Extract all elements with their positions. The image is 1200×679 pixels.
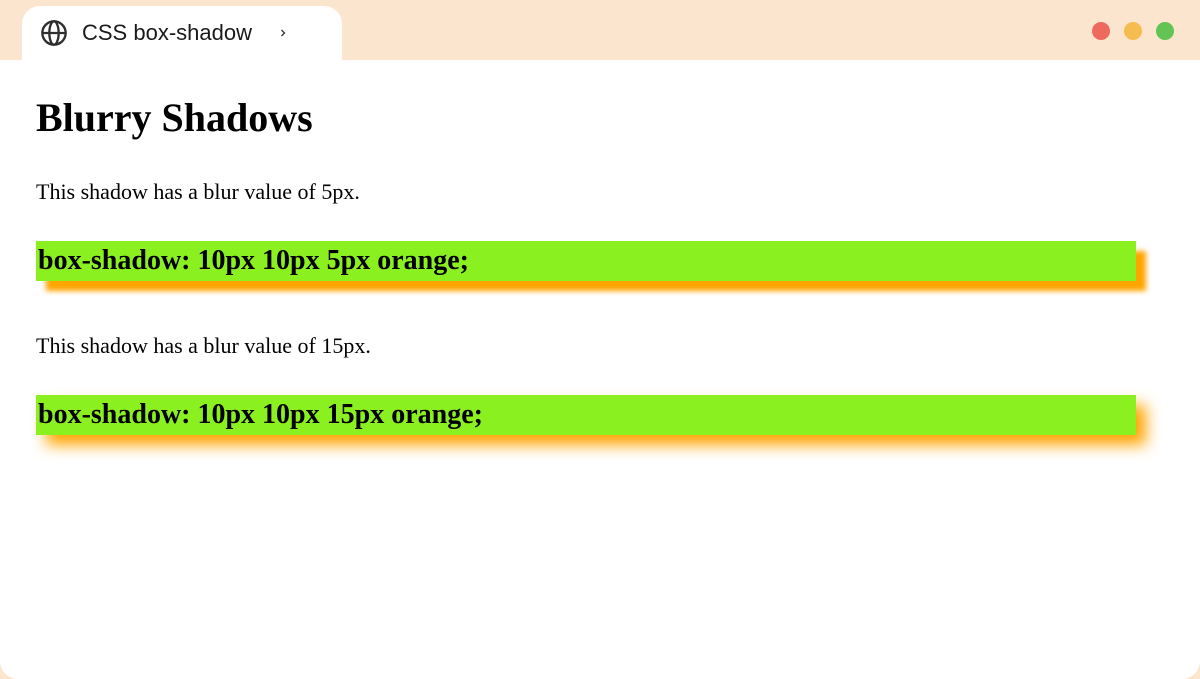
example-caption: This shadow has a blur value of 15px. <box>36 333 1164 359</box>
minimize-button[interactable] <box>1124 22 1142 40</box>
maximize-button[interactable] <box>1156 22 1174 40</box>
browser-window: CSS box-shadow Blurry Shadows This shado… <box>0 0 1200 679</box>
tab-title: CSS box-shadow <box>82 20 252 46</box>
browser-tab[interactable]: CSS box-shadow <box>22 6 342 60</box>
globe-icon <box>40 19 68 47</box>
window-controls <box>1092 22 1174 40</box>
example-caption: This shadow has a blur value of 5px. <box>36 179 1164 205</box>
tab-bar: CSS box-shadow <box>0 0 1200 60</box>
close-button[interactable] <box>1092 22 1110 40</box>
example-block: This shadow has a blur value of 5px. box-… <box>36 179 1164 281</box>
code-box: box-shadow: 10px 10px 5px orange; <box>36 241 1136 281</box>
code-box: box-shadow: 10px 10px 15px orange; <box>36 395 1136 435</box>
example-block: This shadow has a blur value of 15px. box… <box>36 333 1164 435</box>
page-content: Blurry Shadows This shadow has a blur va… <box>0 60 1200 679</box>
page-title: Blurry Shadows <box>36 94 1164 141</box>
chevron-right-icon <box>274 24 292 42</box>
examples-container: This shadow has a blur value of 5px. box-… <box>36 179 1164 435</box>
